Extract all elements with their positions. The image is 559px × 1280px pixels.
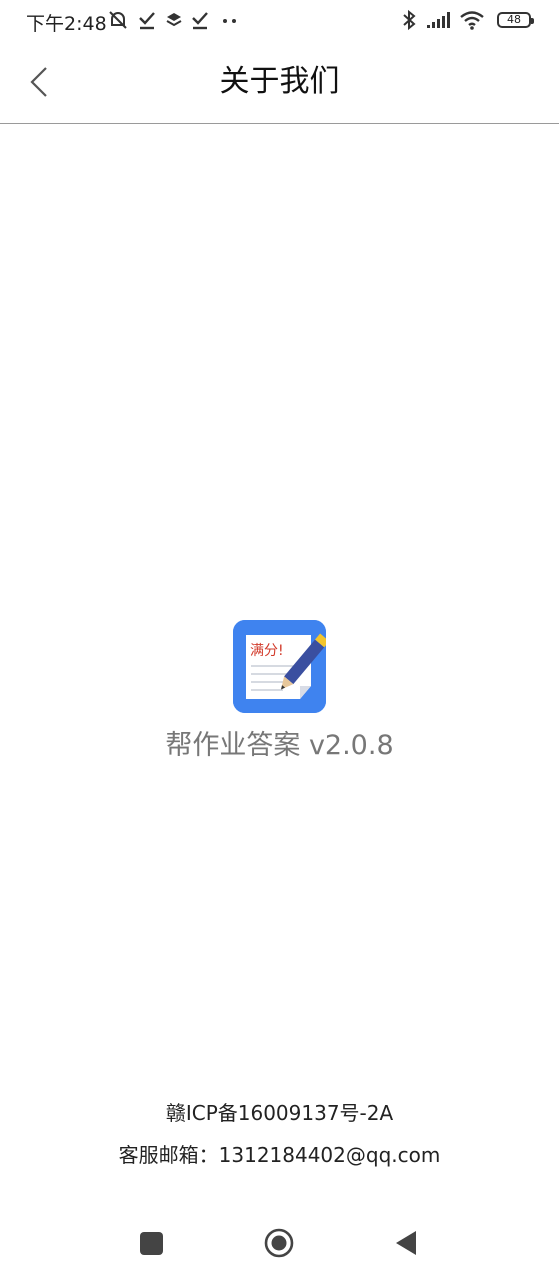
back-triangle-shape [396,1231,416,1255]
more-dots-icon [223,19,236,23]
home-circle-icon[interactable] [264,1228,294,1258]
system-nav-bar [0,1210,559,1280]
notepad-pencil-icon: 满分! [233,620,326,713]
page-title: 关于我们 [219,64,340,99]
mute-bell-icon [109,11,127,29]
status-system-icons: 48 [381,8,534,34]
battery-icon: 48 [497,12,534,28]
bluetooth-icon [403,9,416,31]
check-icon [139,12,155,30]
app-name-version: 帮作业答案 v2.0.8 [165,730,394,761]
layers-icon [166,13,182,27]
wifi-icon [460,11,484,30]
status-bar: 下午2:48 48 [0,0,559,42]
signal-icon [427,12,450,28]
support-email: 客服邮箱：1312184402@qq.com [118,1143,441,1167]
check-icon [192,12,208,30]
battery-level: 48 [507,13,521,26]
icp-license: 赣ICP备16009137号-2A [165,1101,394,1125]
status-time: 下午2:48 [26,13,107,35]
recents-square-icon[interactable] [140,1232,163,1255]
header: 关于我们 [0,42,559,124]
app-logo: 满分! [233,620,326,713]
home-button-shape [264,1228,294,1258]
logo-text: 满分! [250,643,284,659]
back-triangle-icon[interactable] [394,1230,418,1256]
